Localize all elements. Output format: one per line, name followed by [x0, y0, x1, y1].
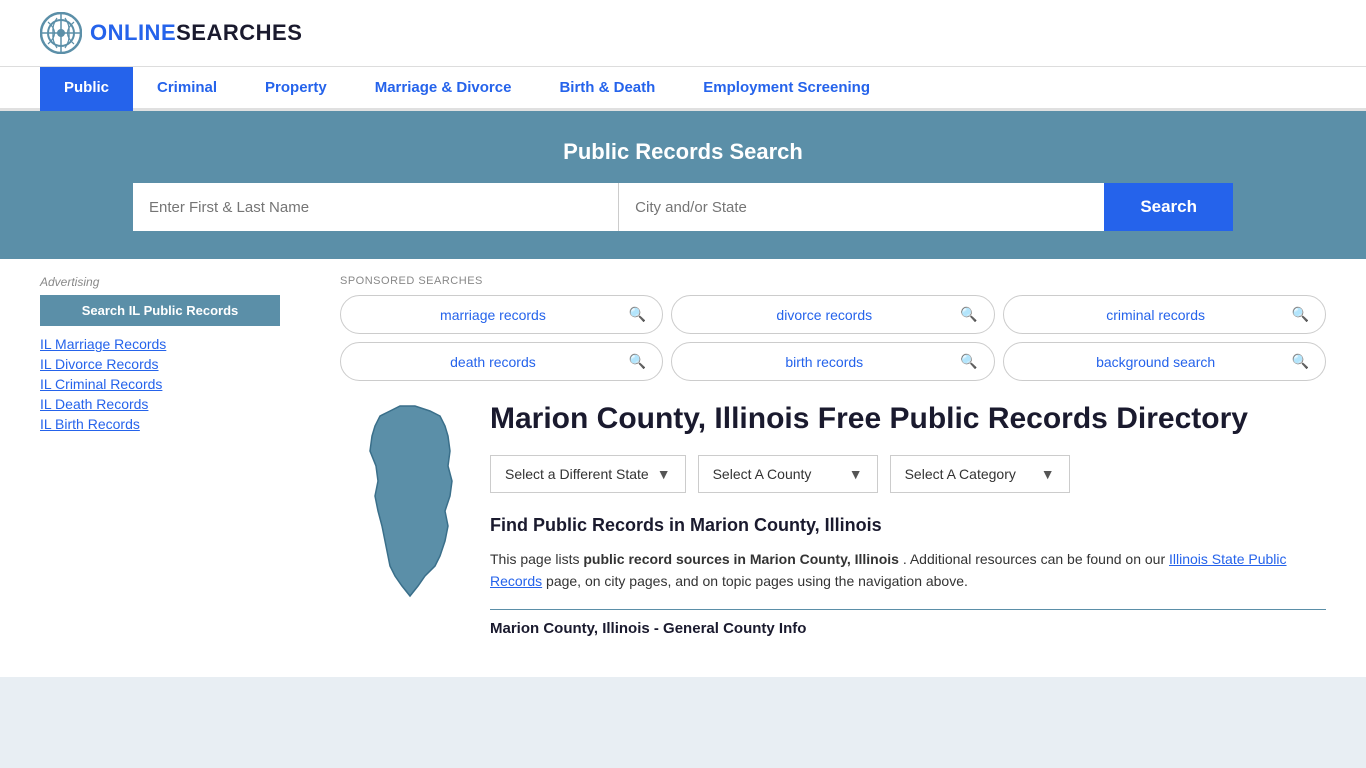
name-input[interactable]	[133, 183, 619, 231]
pill-divorce[interactable]: divorce records 🔍	[671, 295, 994, 334]
nav-item-employment[interactable]: Employment Screening	[679, 67, 894, 111]
site-header: ONLINESEARCHES	[0, 0, 1366, 67]
county-section: Marion County, Illinois Free Public Reco…	[340, 401, 1326, 637]
pill-birth[interactable]: birth records 🔍	[671, 342, 994, 381]
sponsored-label: SPONSORED SEARCHES	[340, 275, 1326, 287]
sidebar-link-4[interactable]: IL Birth Records	[40, 416, 280, 432]
search-pill-icon: 🔍	[629, 306, 646, 323]
pill-marriage[interactable]: marriage records 🔍	[340, 295, 663, 334]
search-pill-icon: 🔍	[629, 353, 646, 370]
nav-item-birth[interactable]: Birth & Death	[535, 67, 679, 111]
county-info: Marion County, Illinois Free Public Reco…	[490, 401, 1326, 637]
dropdowns-row: Select a Different State ▼ Select A Coun…	[490, 455, 1326, 493]
county-title: Marion County, Illinois Free Public Reco…	[490, 401, 1326, 437]
nav-item-public[interactable]: Public	[40, 67, 133, 111]
pill-death[interactable]: death records 🔍	[340, 342, 663, 381]
sidebar-link-2[interactable]: IL Criminal Records	[40, 376, 280, 392]
search-form: Search	[133, 183, 1233, 231]
search-button[interactable]: Search	[1104, 183, 1233, 231]
logo-icon	[40, 12, 82, 54]
find-records-title: Find Public Records in Marion County, Il…	[490, 515, 1326, 536]
pill-background[interactable]: background search 🔍	[1003, 342, 1326, 381]
search-banner-title: Public Records Search	[40, 139, 1326, 165]
nav-item-property[interactable]: Property	[241, 67, 351, 111]
dropdown-arrow-county: ▼	[849, 466, 863, 482]
search-pill-icon: 🔍	[1292, 353, 1309, 370]
logo: ONLINESEARCHES	[40, 12, 302, 54]
sidebar-link-1[interactable]: IL Divorce Records	[40, 356, 280, 372]
search-banner: Public Records Search Search	[0, 111, 1366, 259]
logo-text: ONLINESEARCHES	[90, 20, 302, 46]
sidebar-link-0[interactable]: IL Marriage Records	[40, 336, 280, 352]
nav-item-criminal[interactable]: Criminal	[133, 67, 241, 111]
sidebar-ad-button[interactable]: Search IL Public Records	[40, 295, 280, 326]
sidebar: Advertising Search IL Public Records IL …	[0, 259, 300, 677]
general-info-title: Marion County, Illinois - General County…	[490, 620, 1326, 637]
pill-criminal[interactable]: criminal records 🔍	[1003, 295, 1326, 334]
search-pill-icon: 🔍	[960, 353, 977, 370]
category-dropdown[interactable]: Select A Category ▼	[890, 455, 1070, 493]
page-body: Advertising Search IL Public Records IL …	[0, 259, 1366, 677]
search-pill-icon: 🔍	[1292, 306, 1309, 323]
sponsored-pills: marriage records 🔍 divorce records 🔍 cri…	[340, 295, 1326, 381]
sidebar-link-3[interactable]: IL Death Records	[40, 396, 280, 412]
nav-item-marriage[interactable]: Marriage & Divorce	[351, 67, 536, 111]
location-input[interactable]	[619, 183, 1104, 231]
dropdown-arrow-category: ▼	[1041, 466, 1055, 482]
dropdown-arrow-state: ▼	[657, 466, 671, 482]
search-pill-icon: 🔍	[960, 306, 977, 323]
state-map	[340, 401, 470, 604]
sidebar-ad-label: Advertising	[40, 275, 280, 289]
content-area: SPONSORED SEARCHES marriage records 🔍 di…	[300, 259, 1366, 677]
main-nav: Public Criminal Property Marriage & Divo…	[0, 67, 1366, 111]
find-records-text: This page lists public record sources in…	[490, 548, 1326, 593]
sidebar-links: IL Marriage Records IL Divorce Records I…	[40, 336, 280, 432]
section-divider	[490, 609, 1326, 610]
state-dropdown[interactable]: Select a Different State ▼	[490, 455, 686, 493]
county-dropdown[interactable]: Select A County ▼	[698, 455, 878, 493]
